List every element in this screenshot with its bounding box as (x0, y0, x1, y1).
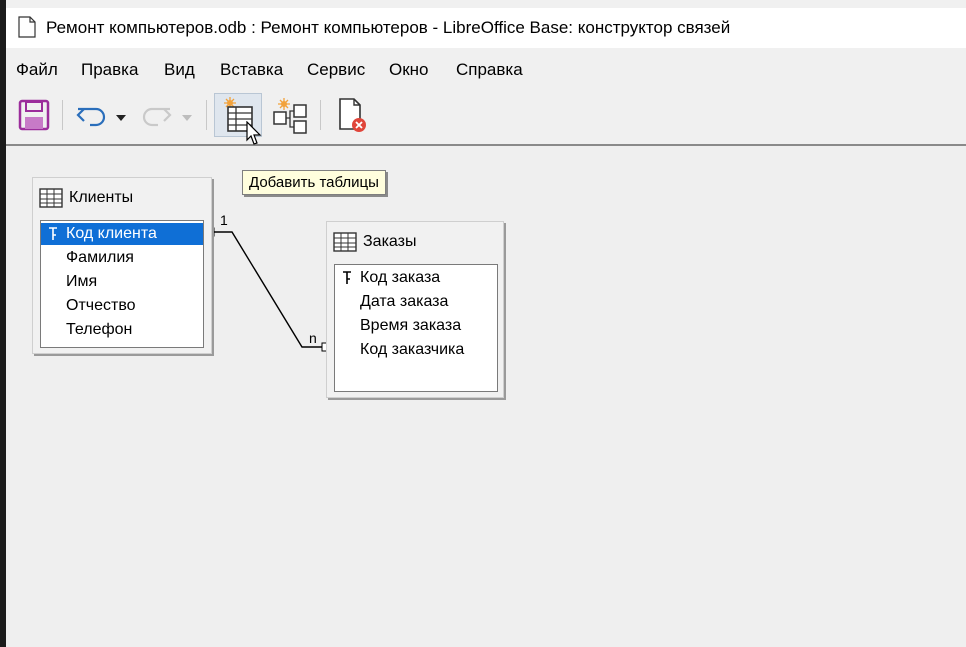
table-title: Клиенты (69, 189, 134, 206)
relation-cardinality-many: n (309, 330, 317, 346)
field-row[interactable]: Код заказчика (335, 339, 497, 361)
relation-cardinality-one: 1 (220, 212, 228, 228)
field-name: Отчество (66, 297, 136, 314)
table-window-orders[interactable]: Заказы Код заказа Дата заказа Время зака… (326, 221, 504, 398)
field-row[interactable]: Телефон (41, 319, 203, 341)
primary-key-icon (341, 270, 353, 291)
field-row[interactable]: Отчество (41, 295, 203, 317)
field-list[interactable]: Код заказа Дата заказа Время заказа Код … (334, 264, 498, 392)
field-row[interactable]: Код клиента (41, 223, 203, 245)
field-name: Время заказа (360, 317, 462, 334)
table-window-clients[interactable]: Клиенты Код клиента Фамилия Имя Отчество… (32, 177, 212, 354)
field-name: Фамилия (66, 249, 134, 266)
table-title: Заказы (363, 233, 417, 250)
field-row[interactable]: Фамилия (41, 247, 203, 269)
field-row[interactable]: Имя (41, 271, 203, 293)
field-name: Телефон (66, 321, 133, 338)
field-row[interactable]: Время заказа (335, 315, 497, 337)
field-name: Имя (66, 273, 98, 290)
field-name: Код заказа (360, 269, 441, 286)
mouse-cursor-icon (246, 120, 262, 152)
field-list[interactable]: Код клиента Фамилия Имя Отчество Телефон (40, 220, 204, 348)
field-name: Код клиента (66, 225, 157, 242)
field-name: Код заказчика (360, 341, 465, 358)
app-window: Ремонт компьютеров.odb : Ремонт компьюте… (6, 0, 966, 647)
table-icon (39, 188, 63, 213)
primary-key-icon (47, 226, 59, 247)
field-row[interactable]: Дата заказа (335, 291, 497, 313)
field-name: Дата заказа (360, 293, 449, 310)
add-tables-tooltip: Добавить таблицы (242, 170, 386, 195)
table-icon (333, 232, 357, 257)
field-row[interactable]: Код заказа (335, 267, 497, 289)
